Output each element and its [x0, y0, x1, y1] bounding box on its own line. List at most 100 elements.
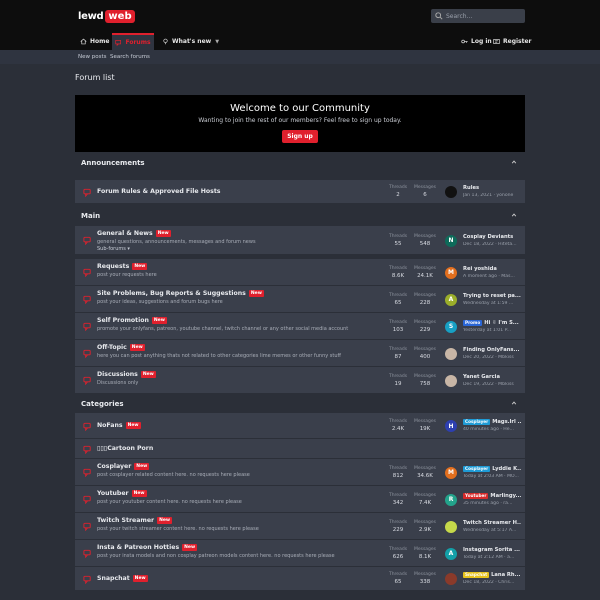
forum-node[interactable]: Youtuber New post your youtuber content he… [75, 486, 525, 513]
nav-register[interactable]: Register [493, 33, 532, 50]
forum-title-text[interactable]: General & News [97, 230, 153, 237]
forum-title-text[interactable]: Forum Rules & Approved File Hosts [97, 188, 221, 195]
forum-title[interactable]: ▯▯▯Cartoon Porn [97, 445, 153, 452]
latest-thread-title[interactable]: Hi ✌ I'm S... [484, 320, 518, 326]
forum-title[interactable]: Youtuber New [97, 490, 147, 497]
latest-thread-link[interactable]: Cosplayer Mags.lrl ... [463, 419, 521, 425]
latest-thread-title[interactable]: Rules [463, 185, 479, 191]
forum-title[interactable]: Requests New [97, 263, 148, 270]
avatar[interactable]: H [445, 420, 457, 432]
avatar[interactable] [445, 347, 457, 360]
avatar[interactable]: A [445, 293, 457, 306]
forum-node[interactable]: General & News New general questions, anno… [75, 226, 525, 255]
forum-node[interactable]: Site Problems, Bug Reports & Suggestions… [75, 286, 525, 313]
latest-thread-link[interactable]: Cosplayer Lyddie K... [463, 465, 521, 472]
forum-title[interactable]: Off-Topic New [97, 344, 145, 351]
latest-thread-link[interactable]: Rules [463, 185, 521, 191]
avatar[interactable]: R [445, 493, 457, 506]
nav-login[interactable]: Log in [461, 33, 492, 50]
forum-title[interactable]: Insta & Patreon Hotties New [97, 544, 198, 551]
category-header-announcements[interactable]: Announcements [75, 153, 525, 173]
sub-forums-toggle[interactable]: Sub-forums ▾ [97, 246, 130, 252]
avatar[interactable]: A [445, 547, 457, 560]
forum-node[interactable]: Insta & Patreon Hotties New post your inst… [75, 540, 525, 567]
forum-title-text[interactable]: Requests [97, 263, 129, 270]
avatar[interactable] [445, 520, 457, 533]
forum-title-text[interactable]: Off-Topic [97, 344, 127, 351]
forum-title[interactable]: Forum Rules & Approved File Hosts [97, 188, 221, 195]
latest-thread-title[interactable]: Lyddie K... [492, 466, 521, 472]
latest-thread-link[interactable]: Yanet Garcia [463, 374, 521, 380]
nav-whats-new[interactable]: What's new ▼ [162, 33, 219, 50]
forum-title[interactable]: Twitch Streamer New [97, 517, 173, 524]
nav-forums[interactable]: Forums [112, 33, 154, 50]
latest-thread-title[interactable]: Instagram Sorita ... [463, 547, 520, 553]
latest-thread-title[interactable]: Lana Rh... [491, 572, 520, 578]
forum-title-text[interactable]: Youtuber [97, 490, 129, 497]
latest-thread-title[interactable]: Twitch Streamer H... [463, 520, 521, 526]
chevron-down-icon[interactable]: ▼ [215, 39, 219, 45]
forum-node[interactable]: Off-Topic New here you can post anything t… [75, 340, 525, 367]
forum-node[interactable]: Forum Rules & Approved File Hosts Threads… [75, 180, 525, 204]
forum-title[interactable]: Site Problems, Bug Reports & Suggestions… [97, 290, 264, 297]
forum-node[interactable]: ▯▯▯Cartoon Porn [75, 439, 525, 459]
subnav-search-forums[interactable]: Search forums [110, 50, 150, 64]
forum-title-text[interactable]: Twitch Streamer [97, 517, 154, 524]
latest-thread-title[interactable]: Trying to reset pa... [463, 293, 521, 299]
forum-title-text[interactable]: Cosplayer [97, 463, 131, 470]
latest-thread-link[interactable]: Snapchat Lana Rh... [463, 572, 521, 578]
latest-thread-link[interactable]: Rei yoshida [463, 266, 521, 272]
latest-thread-link[interactable]: Instagram Sorita ... [463, 547, 521, 553]
sign-up-button[interactable]: Sign up [282, 130, 318, 143]
avatar[interactable] [445, 573, 457, 585]
latest-thread-title[interactable]: Yanet Garcia [463, 374, 500, 380]
latest-thread-link[interactable]: Promo Hi ✌ I'm S... [463, 319, 521, 326]
forum-node[interactable]: Twitch Streamer New post your twitch strea… [75, 513, 525, 540]
forum-title-text[interactable]: Self Promotion [97, 317, 149, 324]
forum-title-text[interactable]: Discussions [97, 371, 138, 378]
search-input[interactable] [446, 12, 521, 20]
latest-thread-link[interactable]: Cosplay Deviants [463, 234, 521, 240]
forum-title-text[interactable]: Snapchat [97, 575, 130, 582]
subnav-new-posts[interactable]: New posts [78, 50, 107, 64]
avatar[interactable]: M [445, 466, 457, 479]
forum-title-text[interactable]: Insta & Patreon Hotties [97, 544, 179, 551]
forum-title[interactable]: General & News New [97, 230, 171, 237]
nav-home[interactable]: Home [80, 33, 109, 50]
forum-title[interactable]: NoFans New [97, 422, 141, 429]
latest-thread-link[interactable]: Finding OnlyFans... [463, 347, 521, 353]
chevron-up-icon[interactable] [511, 212, 517, 218]
chevron-up-icon[interactable] [511, 400, 517, 406]
forum-title[interactable]: Snapchat New [97, 575, 148, 582]
search-box[interactable] [431, 9, 525, 23]
forum-title-text[interactable]: NoFans [97, 422, 123, 429]
forum-node[interactable]: Self Promotion New promote your onlyfans, … [75, 313, 525, 340]
latest-thread-link[interactable]: Twitch Streamer H... [463, 520, 521, 526]
forum-title-text[interactable]: ▯▯▯Cartoon Porn [97, 445, 153, 452]
category-header-categories[interactable]: Categories [75, 394, 525, 414]
latest-thread-link[interactable]: Youtuber Marlingy... [463, 492, 521, 499]
latest-thread-title[interactable]: Cosplay Deviants [463, 234, 513, 240]
forum-title[interactable]: Self Promotion New [97, 317, 167, 324]
avatar[interactable]: M [445, 266, 457, 279]
avatar[interactable] [445, 186, 457, 198]
forum-title-text[interactable]: Site Problems, Bug Reports & Suggestions [97, 290, 246, 297]
forum-node[interactable]: Discussions New Discussions only Threads 19 M… [75, 367, 525, 394]
avatar[interactable] [445, 374, 457, 387]
site-logo[interactable]: lewd web [78, 9, 135, 23]
latest-thread-title[interactable]: Marlingy... [490, 493, 521, 499]
category-header-main[interactable]: Main [75, 206, 525, 226]
latest-thread-title[interactable]: Rei yoshida [463, 266, 497, 272]
forum-node[interactable]: Cosplayer New post cosplayer related conte… [75, 459, 525, 486]
forum-node[interactable]: Requests New post your requests here Thread… [75, 259, 525, 286]
latest-thread-title[interactable]: Finding OnlyFans... [463, 347, 519, 353]
forum-node[interactable]: NoFans New Threads 2.4K Messages 19K H Cosplaye… [75, 413, 525, 439]
chevron-up-icon[interactable] [511, 159, 517, 165]
latest-thread-link[interactable]: Trying to reset pa... [463, 293, 521, 299]
forum-title[interactable]: Discussions New [97, 371, 156, 378]
avatar[interactable]: N [445, 234, 457, 247]
forum-title[interactable]: Cosplayer New [97, 463, 150, 470]
avatar[interactable]: S [445, 320, 457, 333]
latest-thread-title[interactable]: Mags.lrl ... [492, 419, 521, 425]
forum-node[interactable]: Snapchat New Threads 65 Messages 338 Snapchat L… [75, 567, 525, 591]
